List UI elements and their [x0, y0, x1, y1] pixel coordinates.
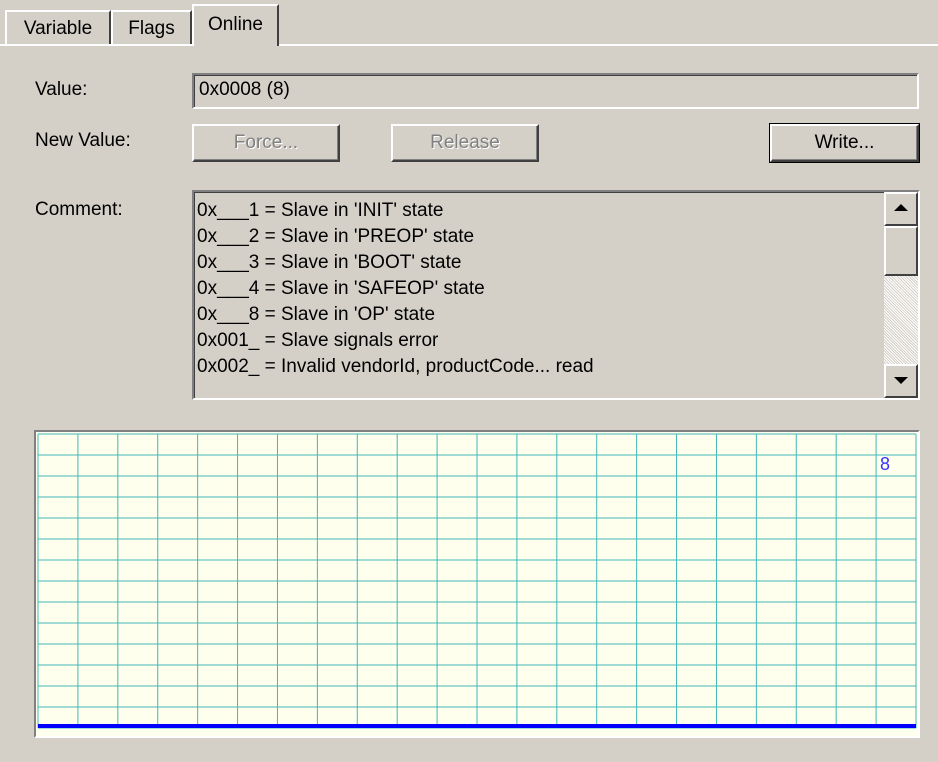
scroll-thumb[interactable] [884, 226, 918, 276]
chart-grid [37, 433, 917, 729]
comment-line: 0x___1 = Slave in 'INIT' state [197, 200, 444, 221]
value-label: Value: [35, 79, 88, 100]
new-value-label: New Value: [35, 130, 131, 151]
tab-flags[interactable]: Flags [111, 10, 192, 44]
comment-line: 0x002_ = Invalid vendorId, productCode..… [197, 356, 594, 377]
online-panel: Variable Flags Online Value: 0x0008 (8) … [0, 0, 938, 762]
comment-line: 0x001_ = Slave signals error [197, 330, 439, 351]
comment-scrollbar[interactable] [884, 192, 918, 398]
comment-lines: 0x___1 = Slave in 'INIT' state 0x___2 = … [197, 198, 880, 380]
write-button[interactable]: Write... [769, 123, 920, 163]
current-value-label: 8 [880, 454, 890, 474]
scroll-down-button[interactable] [884, 364, 918, 398]
comment-line: 0x___2 = Slave in 'PREOP' state [197, 226, 475, 247]
comment-line: 0x___8 = Slave in 'OP' state [197, 304, 436, 325]
tab-strip-divider [0, 44, 938, 46]
arrow-down-icon [894, 377, 908, 384]
chart-svg: 8 [37, 433, 917, 729]
comment-line: 0x___3 = Slave in 'BOOT' state [197, 252, 462, 273]
comment-label: Comment: [35, 199, 123, 220]
force-button[interactable]: Force... [192, 124, 340, 162]
release-button[interactable]: Release [391, 124, 539, 162]
arrow-up-icon [894, 204, 908, 211]
value-field: 0x0008 (8) [192, 73, 919, 109]
comment-listbox[interactable]: 0x___1 = Slave in 'INIT' state 0x___2 = … [192, 190, 920, 400]
tab-online[interactable]: Online [192, 4, 279, 46]
comment-line: 0x___4 = Slave in 'SAFEOP' state [197, 278, 485, 299]
scroll-up-button[interactable] [884, 192, 918, 226]
tab-variable[interactable]: Variable [5, 10, 111, 44]
value-chart: 8 [34, 430, 920, 738]
